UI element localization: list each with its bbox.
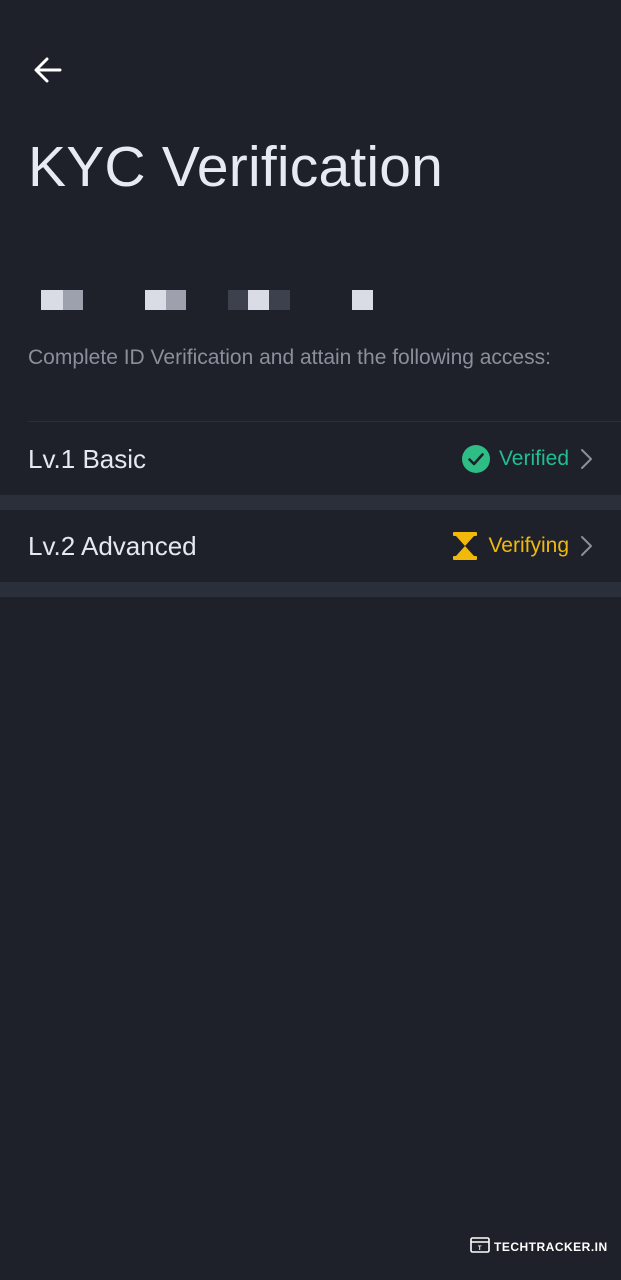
section-separator	[0, 582, 621, 597]
chevron-right-icon	[577, 447, 595, 471]
svg-text:T: T	[478, 1246, 482, 1252]
level-row-advanced[interactable]: Lv.2 Advanced Verifying	[0, 510, 621, 582]
hourglass-icon	[450, 531, 480, 561]
chevron-right-icon	[577, 534, 595, 558]
status-verifying: Verifying	[450, 531, 595, 561]
status-text: Verifying	[488, 534, 569, 557]
watermark-text: TECHTRACKER.IN	[494, 1239, 608, 1254]
verification-description: Complete ID Verification and attain the …	[28, 346, 551, 369]
page-title: KYC Verification	[28, 135, 444, 199]
level-row-basic[interactable]: Lv.1 Basic Verified	[0, 423, 621, 495]
watermark: T TECHTRACKER.IN	[470, 1237, 608, 1256]
divider	[28, 421, 621, 422]
pixelated-redaction	[0, 288, 621, 312]
check-circle-icon	[461, 444, 491, 474]
level-label: Lv.1 Basic	[28, 443, 147, 474]
status-verified: Verified	[461, 444, 595, 474]
back-button[interactable]	[28, 52, 68, 92]
section-separator	[0, 495, 621, 510]
arrow-left-icon	[30, 52, 66, 93]
level-label: Lv.2 Advanced	[28, 530, 197, 561]
watermark-logo-icon: T	[470, 1237, 490, 1256]
status-text: Verified	[498, 447, 569, 470]
